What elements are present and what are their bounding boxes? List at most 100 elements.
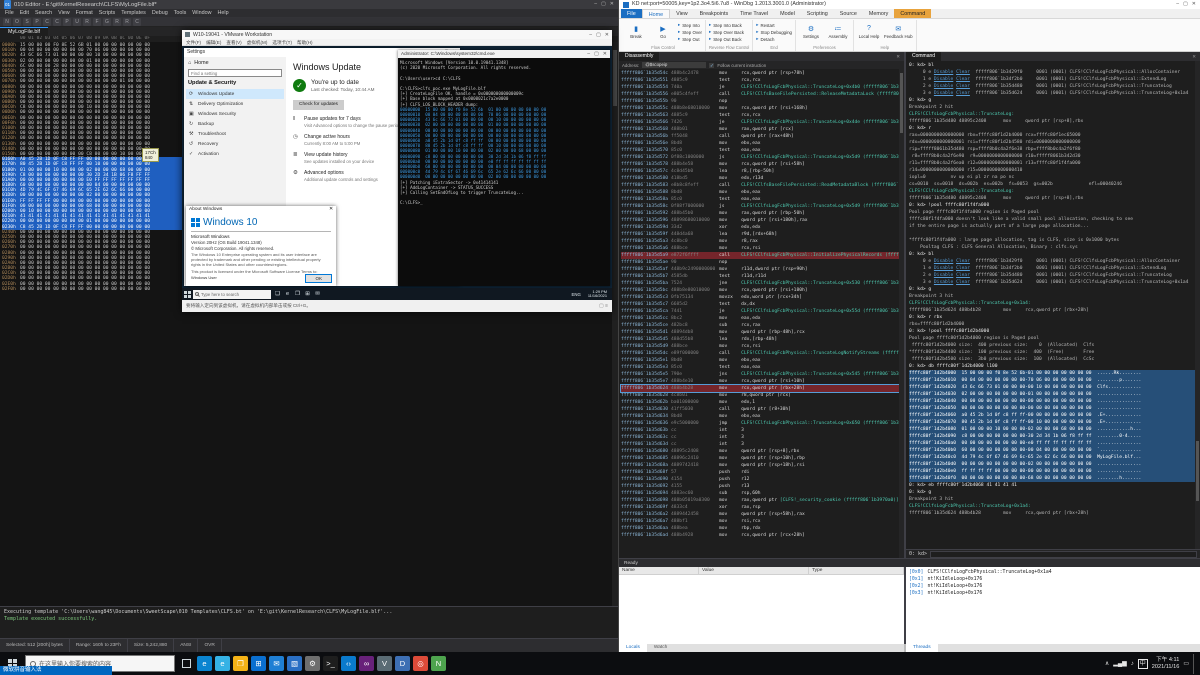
menu-view[interactable]: View [58, 9, 70, 17]
microsoft-store-icon[interactable]: ⊞ [251, 656, 266, 671]
task-view-button[interactable] [178, 656, 194, 672]
run-template-icon[interactable]: R [113, 18, 121, 26]
maximize-button[interactable]: ▢ [601, 0, 606, 9]
disasm-line[interactable]: fffff806`1b35d6a7 488bf1 mov rsi,rcx [621, 518, 904, 525]
ribbon-button-step-into[interactable]: ▸ Step Into [678, 22, 702, 28]
disasm-line[interactable]: fffff806`1b35d680 48895c2408 mov qword ptr… [621, 448, 904, 455]
ribbon-button-detach[interactable]: ▸ Detach [756, 36, 792, 42]
vm-guest-screen[interactable]: Settings – ▢ ✕ ⌂ Home Find a setting [182, 46, 612, 288]
ribbon-tab-time-travel[interactable]: Time Travel [734, 9, 774, 18]
disasm-line[interactable]: fffff806`1b35d6aa 488bea mov rbp,rdx [621, 525, 904, 532]
disasm-line[interactable]: fffff806`1b35d5af 448b9c2490000000 mov r11… [621, 266, 904, 273]
paste-icon[interactable]: P [63, 18, 71, 26]
file-explorer-icon[interactable]: ❐ [293, 290, 302, 299]
settings-home[interactable]: ⌂ Home [188, 60, 282, 66]
mail-icon[interactable]: ✉ [269, 656, 284, 671]
redo-icon[interactable]: R [83, 18, 91, 26]
print-icon[interactable]: P [33, 18, 41, 26]
tab-watch[interactable]: Watch [647, 644, 674, 652]
maximize-button[interactable]: ▢ [594, 50, 599, 58]
ok-button[interactable]: OK [305, 274, 332, 283]
ime-indicator[interactable]: 中 [1137, 658, 1148, 669]
disasm-line[interactable]: fffff806`1b35d56b ff5048 call qword ptr [r… [621, 133, 904, 140]
ribbon-button-step-over[interactable]: ▸ Step Over [678, 29, 702, 35]
vm-menu--e-[interactable]: 编辑(E) [206, 39, 221, 45]
bp-clear-link[interactable]: Clear [956, 266, 970, 271]
disasm-line[interactable]: fffff806`1b35d5d9 488bce mov rcx,rsi [621, 343, 904, 350]
settings-nav-activation[interactable]: ✓ Activation [186, 149, 284, 159]
disasm-line[interactable]: fffff806`1b35d5e5 790e jns CLFS!CClfsLogFc… [621, 371, 904, 378]
thread-row[interactable]: [0x3] nt!KiIdleLoop+0x176 [909, 590, 1197, 597]
disasm-line[interactable]: fffff806`1b35d554 740a je CLFS!CClfsLogFcb… [621, 84, 904, 91]
bp-disable-link[interactable]: Disable [934, 273, 953, 278]
vscode-icon[interactable]: ‹› [341, 656, 356, 671]
disasm-line[interactable]: fffff806`1b35d63b cc int 3 [621, 427, 904, 434]
disasm-line[interactable]: fffff806`1b35d580 418bd5 mov edx,r13d [621, 175, 904, 182]
bp-clear-link[interactable]: Clear [956, 91, 970, 96]
maximize-button[interactable]: ▢ [596, 32, 601, 38]
edge-icon[interactable]: e [197, 656, 212, 671]
ribbon-button-stop-debugging[interactable]: ▸ Stop Debugging [756, 29, 792, 35]
vm-menu--h-[interactable]: 帮助(H) [297, 39, 313, 45]
bp-disable-link[interactable]: Disable [934, 77, 953, 82]
menu-templates[interactable]: Templates [121, 9, 146, 17]
disasm-line[interactable]: fffff806`1b35d59d 33d2 xor edx,edx [621, 224, 904, 231]
tray-expand-icon[interactable]: ∧ [1105, 660, 1109, 667]
disassembly-listing[interactable]: fffff806`1b35d54c 488b4c2478 mov rcx,qword… [619, 69, 904, 558]
disasm-line[interactable]: fffff806`1b35d578 488b4e58 mov rcx,qword p… [621, 161, 904, 168]
disasm-line[interactable]: fffff806`1b35d5ce 482bc8 sub rcx,rax [621, 322, 904, 329]
network-icon[interactable]: ▂▄▆ [1113, 660, 1126, 667]
menu-help[interactable]: Help [217, 9, 228, 17]
disasm-line[interactable]: fffff806`1b35d5c7 6685d2 test dx,dx [621, 301, 904, 308]
run-script-icon[interactable]: R [123, 18, 131, 26]
file-explorer-icon[interactable]: ❐ [233, 656, 248, 671]
disasm-line[interactable]: fffff806`1b35d63c cc int 3 [621, 434, 904, 441]
close-button[interactable]: ✕ [605, 32, 609, 38]
chrome-icon[interactable]: ◎ [413, 656, 428, 671]
taskbar-clock[interactable]: 下午 4:11 2021/11/16 [1152, 657, 1180, 670]
ribbon-tab-memory[interactable]: Memory [863, 9, 894, 18]
bp-clear-link[interactable]: Clear [956, 280, 970, 285]
disasm-line[interactable]: fffff806`1b35d5ca 7441 je CLFS!CClfsLogFcb… [621, 308, 904, 315]
thread-row[interactable]: [0x2] nt!KiIdleLoop+0x176 [909, 583, 1197, 590]
copy-icon[interactable]: C [53, 18, 61, 26]
vm-menu--m-[interactable]: 虚拟机(M) [247, 39, 268, 45]
check-for-updates-button[interactable]: Check for updates [293, 100, 344, 110]
disasm-line[interactable]: fffff806`1b35d694 4883ec60 sub rsp,60h [621, 490, 904, 497]
internet-explorer-icon[interactable]: e [215, 656, 230, 671]
open-file-icon[interactable]: O [13, 18, 21, 26]
disasm-line[interactable]: fffff806`1b35d628 4c8b01 mov r8,qword ptr … [621, 392, 904, 399]
follow-checkbox[interactable]: ✓ [709, 62, 715, 68]
disassembly-scrollbar[interactable] [899, 69, 904, 558]
settings-nav-backup[interactable]: ↻ Backup [186, 119, 284, 129]
disasm-line[interactable]: fffff806`1b35d58a 85c0 test eax,eax [621, 196, 904, 203]
ribbon-tab-source[interactable]: Source [834, 9, 863, 18]
close-button[interactable]: ✕ [603, 50, 607, 58]
show-desktop-button[interactable] [1193, 653, 1196, 674]
disasm-line[interactable]: fffff806`1b35d56e 8bd8 mov ebx,eax [621, 140, 904, 147]
ribbon-button-step-into-back[interactable]: ▸ Step Into Back [709, 22, 744, 28]
disasm-line[interactable]: fffff806`1b35d692 4155 push r13 [621, 483, 904, 490]
vm-menu--t-[interactable]: 选项卡(T) [272, 39, 292, 45]
menu-file[interactable]: File [5, 9, 14, 17]
bp-clear-link[interactable]: Clear [956, 84, 970, 89]
disasm-line[interactable]: fffff806`1b35d568 488b01 mov rax,qword ptr… [621, 126, 904, 133]
save-icon[interactable]: S [23, 18, 31, 26]
terminal-icon[interactable]: >_ [323, 656, 338, 671]
action-center-icon[interactable]: ▭ [1183, 660, 1189, 667]
minimize-button[interactable]: – [1176, 0, 1179, 9]
maximize-button[interactable]: ▢ [1183, 0, 1188, 9]
disasm-line[interactable]: fffff806`1b35d698 488b05019a0300 mov rax,q… [621, 497, 904, 504]
vm-language-indicator[interactable]: ENG [572, 292, 581, 297]
disasm-line[interactable]: fffff806`1b35d55b 90 nop [621, 98, 904, 105]
disasm-line[interactable]: fffff806`1b35d57c 4c8d45b0 lea r8,[rbp-50h… [621, 168, 904, 175]
menu-search[interactable]: Search [35, 9, 52, 17]
close-pane-icon[interactable]: ✕ [1188, 52, 1200, 61]
tab-disassembly[interactable]: Disassembly [619, 52, 660, 61]
disasm-line[interactable]: fffff806`1b35d5bc 488b8e80010000 mov rcx,q… [621, 287, 904, 294]
bp-disable-link[interactable]: Disable [934, 91, 953, 96]
cmd-output[interactable]: Microsoft Windows [Version 10.0.19041.13… [398, 58, 610, 286]
disasm-line[interactable]: fffff806`1b35d59f 448d4a68 lea r9d,[rdx+68… [621, 231, 904, 238]
disasm-line[interactable]: fffff806`1b35d570 85c0 test eax,eax [621, 147, 904, 154]
vm-start-button[interactable] [184, 290, 191, 298]
